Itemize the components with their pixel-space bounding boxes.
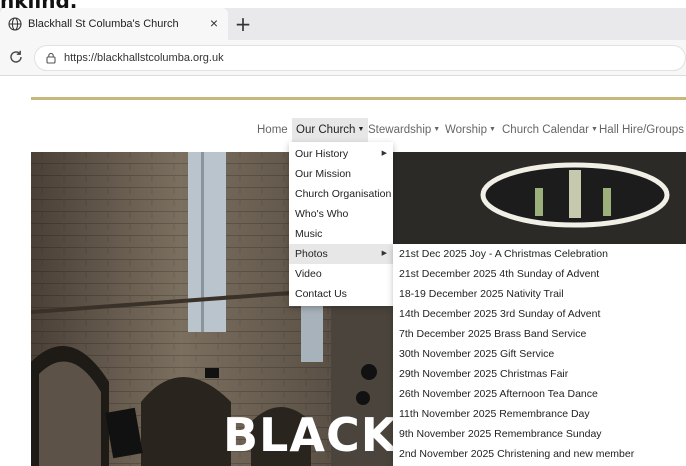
dropdown-item-music[interactable]: Music xyxy=(289,224,393,244)
photos-item[interactable]: 9th November 2025 Remembrance Sunday xyxy=(393,424,686,444)
photos-submenu: 21st Dec 2025 Joy - A Christmas Celebrat… xyxy=(393,244,686,466)
caret-down-icon: ▼ xyxy=(357,126,365,133)
nav-item-church-calendar[interactable]: Church Calendar ▼ xyxy=(502,118,598,142)
address-bar-row: https://blackhallstcolumba.org.uk xyxy=(0,40,686,76)
header-divider xyxy=(31,97,686,100)
url-text: https://blackhallstcolumba.org.uk xyxy=(64,52,224,64)
nav-label-hall-hire: Hall Hire/Groups xyxy=(599,124,684,137)
browser-tab[interactable]: Blackhall St Columba's Church × xyxy=(0,8,228,40)
photos-item[interactable]: 29th November 2025 Christmas Fair xyxy=(393,364,686,384)
nav-label-our-church: Our Church xyxy=(296,124,356,137)
nav-item-home[interactable]: Home xyxy=(257,118,288,142)
browser-tabstrip: Blackhall St Columba's Church × + xyxy=(0,8,686,40)
dropdown-item-our-mission[interactable]: Our Mission xyxy=(289,164,393,184)
nav-item-worship[interactable]: Worship ▼ xyxy=(445,118,496,142)
dropdown-item-whos-who[interactable]: Who's Who xyxy=(289,204,393,224)
nav-item-hall-hire[interactable]: Hall Hire/Groups▼ xyxy=(599,118,686,142)
photos-item[interactable]: 21st Dec 2025 Joy - A Christmas Celebrat… xyxy=(393,244,686,264)
photos-item[interactable]: 26th November 2025 Afternoon Tea Dance xyxy=(393,384,686,404)
dropdown-label: Contact Us xyxy=(295,288,347,300)
dropdown-item-contact-us[interactable]: Contact Us xyxy=(289,284,393,304)
globe-icon xyxy=(8,17,22,31)
tab-title: Blackhall St Columba's Church xyxy=(28,18,179,30)
dropdown-label: Photos xyxy=(295,248,328,260)
close-tab-icon[interactable]: × xyxy=(206,15,222,31)
dropdown-label: Video xyxy=(295,268,322,280)
nav-label-church-calendar: Church Calendar xyxy=(502,124,589,137)
url-field[interactable]: https://blackhallstcolumba.org.uk xyxy=(34,45,686,71)
main-nav: Home Our Church ▼ Stewardship ▼ Worship ▼ C… xyxy=(0,118,686,142)
photos-item[interactable]: 30th November 2025 Gift Service xyxy=(393,344,686,364)
submenu-arrow-icon: ▶ xyxy=(381,150,387,157)
photos-item[interactable]: 11th November 2025 Remembrance Day xyxy=(393,404,686,424)
caret-down-icon: ▼ xyxy=(590,126,598,133)
nav-item-stewardship[interactable]: Stewardship ▼ xyxy=(368,118,440,142)
our-church-dropdown: Our History ▶ Our Mission Church Organisa… xyxy=(289,142,393,306)
nav-label-stewardship: Stewardship xyxy=(368,124,432,137)
dropdown-label: Our History xyxy=(295,148,349,160)
nav-label-home: Home xyxy=(257,124,288,136)
dropdown-item-video[interactable]: Video xyxy=(289,264,393,284)
submenu-arrow-icon: ▶ xyxy=(381,250,387,257)
dropdown-label: Who's Who xyxy=(295,208,349,220)
dropdown-label: Church Organisation xyxy=(295,188,392,200)
hero-title: BLACK xyxy=(223,408,398,462)
dropdown-item-photos[interactable]: Photos ▶ xyxy=(289,244,393,264)
lock-icon[interactable] xyxy=(45,52,57,64)
dropdown-label: Our Mission xyxy=(295,168,352,180)
reload-icon[interactable] xyxy=(8,49,24,65)
dropdown-item-our-history[interactable]: Our History ▶ xyxy=(289,144,393,164)
nav-item-our-church[interactable]: Our Church ▼ xyxy=(292,118,369,142)
caret-down-icon: ▼ xyxy=(433,126,441,133)
photos-item[interactable]: 14th December 2025 3rd Sunday of Advent xyxy=(393,304,686,324)
nav-label-worship: Worship xyxy=(445,124,487,137)
caret-down-icon: ▼ xyxy=(488,126,496,133)
photos-item[interactable]: 18-19 December 2025 Nativity Trail xyxy=(393,284,686,304)
new-tab-icon[interactable]: + xyxy=(232,13,254,35)
photos-item[interactable]: 2nd November 2025 Christening and new me… xyxy=(393,444,686,464)
dropdown-item-church-organisation[interactable]: Church Organisation xyxy=(289,184,393,204)
dropdown-label: Music xyxy=(295,228,323,240)
photos-item[interactable]: 7th December 2025 Brass Band Service xyxy=(393,324,686,344)
photos-item[interactable]: 21st December 2025 4th Sunday of Advent xyxy=(393,264,686,284)
